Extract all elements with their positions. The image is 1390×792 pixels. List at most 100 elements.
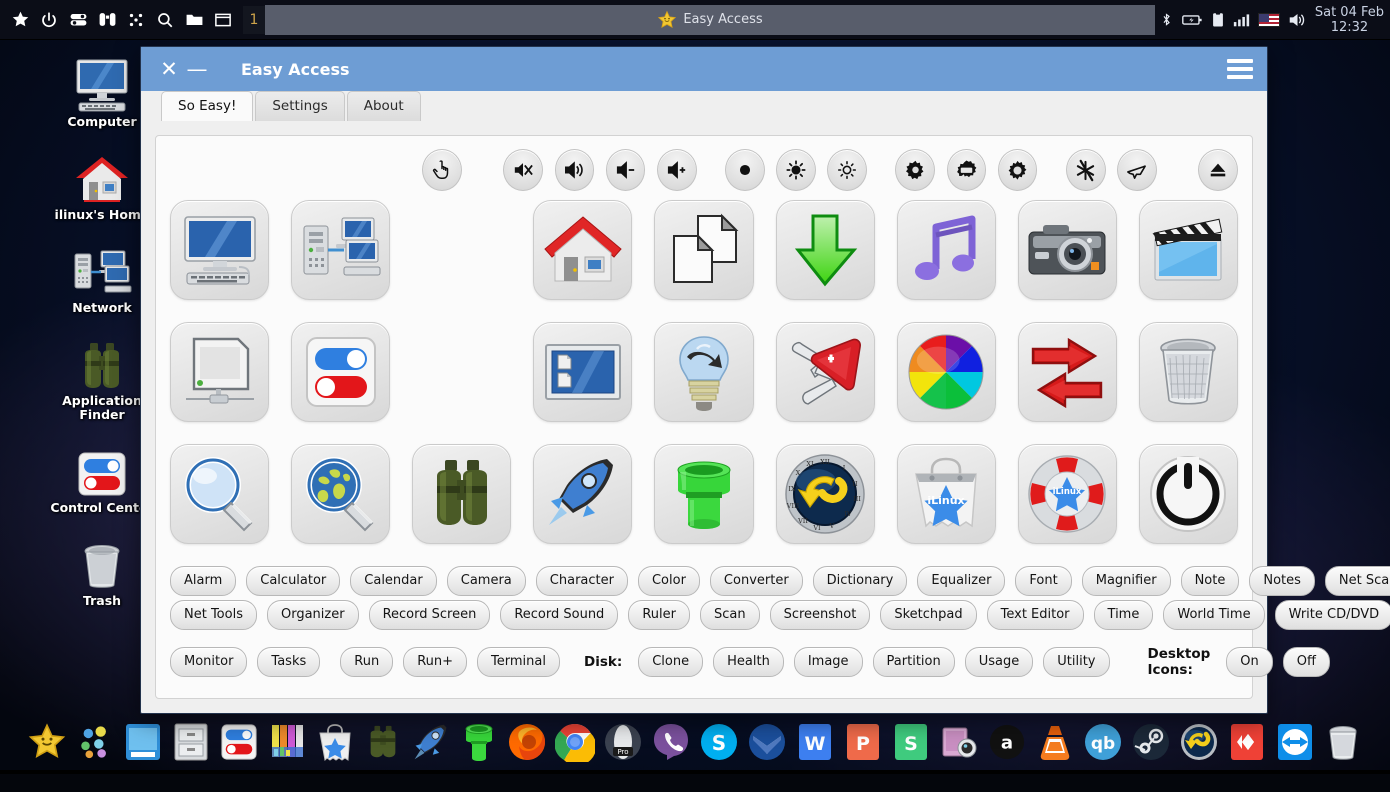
pill-terminal[interactable]: Terminal [477, 647, 560, 677]
undo-icon[interactable] [1177, 720, 1221, 764]
toggle-icon[interactable] [68, 10, 88, 30]
pill-notes[interactable]: Notes [1249, 566, 1315, 596]
grid-dots-icon[interactable] [126, 10, 146, 30]
binoculars-icon[interactable] [361, 720, 405, 764]
pictures-tile[interactable] [1017, 200, 1117, 300]
thunderbird-icon[interactable] [745, 720, 789, 764]
pill-calendar[interactable]: Calendar [350, 566, 437, 596]
chrome-icon[interactable] [553, 720, 597, 764]
taskbar-window-button[interactable]: Easy Access [265, 4, 1155, 35]
wps-writer-icon[interactable]: W [793, 720, 837, 764]
pill-disk-image[interactable]: Image [793, 647, 863, 677]
trash-icon[interactable] [1321, 720, 1365, 764]
bluetooth-icon[interactable] [1159, 11, 1174, 28]
signal-icon[interactable] [1233, 12, 1250, 27]
pill-scan[interactable]: Scan [699, 600, 760, 630]
pill-note[interactable]: Note [1180, 566, 1240, 596]
hamburger-icon[interactable] [1227, 59, 1253, 79]
pill-write-cd-dvd[interactable]: Write CD/DVD [1274, 600, 1390, 630]
store-bag-icon[interactable] [313, 720, 357, 764]
web-search-tile[interactable] [291, 444, 391, 544]
vlc-icon[interactable] [1033, 720, 1077, 764]
store-tile[interactable]: iLinux [896, 444, 996, 544]
control-center-tile[interactable] [291, 322, 391, 422]
transfer-tile[interactable] [1017, 322, 1117, 422]
pill-disk-usage[interactable]: Usage [964, 647, 1034, 677]
brightness-down-icon[interactable] [827, 149, 868, 191]
pill-screenshot[interactable]: Screenshot [769, 600, 871, 630]
pill-alarm[interactable]: Alarm [170, 566, 237, 596]
pill-camera[interactable]: Camera [446, 566, 526, 596]
rocket-icon[interactable] [409, 720, 453, 764]
night-mode-icon[interactable] [1065, 149, 1106, 191]
anydesk-icon[interactable] [1225, 720, 1269, 764]
window-titlebar[interactable]: ✕ — Easy Access [141, 47, 1267, 91]
pill-organizer[interactable]: Organizer [266, 600, 359, 630]
pill-desktop-icons-on[interactable]: On [1226, 647, 1273, 677]
minimize-icon[interactable]: — [183, 55, 211, 83]
cursor-click-icon[interactable] [422, 149, 462, 191]
wps-presentation-icon[interactable]: P [841, 720, 885, 764]
display-settings-icon[interactable] [946, 149, 987, 191]
amazon-icon[interactable]: a [985, 720, 1029, 764]
display-tile[interactable] [170, 322, 270, 422]
pill-dictionary[interactable]: Dictionary [812, 566, 908, 596]
pill-magnifier[interactable]: Magnifier [1081, 566, 1171, 596]
pill-calculator[interactable]: Calculator [246, 566, 341, 596]
pill-record-sound[interactable]: Record Sound [500, 600, 619, 630]
search-tile[interactable] [170, 444, 270, 544]
trash-tile[interactable] [1138, 322, 1239, 422]
preferences-icon[interactable] [997, 149, 1038, 191]
pill-monitor[interactable]: Monitor [170, 647, 248, 677]
downloads-tile[interactable] [775, 200, 875, 300]
file-cabinet-icon[interactable] [169, 720, 213, 764]
bubbles-icon[interactable] [73, 720, 117, 764]
battery-icon[interactable] [1181, 13, 1203, 27]
pill-ruler[interactable]: Ruler [628, 600, 690, 630]
pill-text-editor[interactable]: Text Editor [986, 600, 1084, 630]
pill-character[interactable]: Character [535, 566, 628, 596]
folder-icon[interactable] [184, 10, 204, 30]
viber-icon[interactable] [649, 720, 693, 764]
history-tile[interactable]: XII I II III IV V VI VII VIII IX X XI [775, 444, 875, 544]
workspace-number[interactable]: 1 [243, 5, 265, 34]
tab-about[interactable]: About [346, 91, 421, 121]
tab-so-easy[interactable]: So Easy! [161, 91, 254, 121]
search-icon[interactable] [155, 10, 175, 30]
documents-tile[interactable] [654, 200, 754, 300]
firefox-icon[interactable] [505, 720, 549, 764]
home-tile[interactable] [533, 200, 633, 300]
pill-tasks[interactable]: Tasks [257, 647, 321, 677]
pill-desktop-icons-off[interactable]: Off [1282, 647, 1330, 677]
close-icon[interactable]: ✕ [155, 55, 183, 83]
star-icon[interactable] [10, 10, 30, 30]
clipboard-icon[interactable] [1211, 11, 1225, 28]
tools-tile[interactable] [775, 322, 875, 422]
notes-app-icon[interactable] [121, 720, 165, 764]
volume-down-icon[interactable] [605, 149, 646, 191]
volume-up-icon[interactable] [656, 149, 697, 191]
window-icon[interactable] [213, 10, 233, 30]
pill-time[interactable]: Time [1093, 600, 1154, 630]
pill-run-plus[interactable]: Run+ [403, 647, 468, 677]
pill-converter[interactable]: Converter [709, 566, 803, 596]
pill-world-time[interactable]: World Time [1163, 600, 1265, 630]
brightness-up-icon[interactable] [776, 149, 816, 191]
color-palette-icon[interactable] [265, 720, 309, 764]
pill-net-tools[interactable]: Net Tools [170, 600, 257, 630]
green-pipe-icon[interactable] [457, 720, 501, 764]
teamviewer-icon[interactable] [1273, 720, 1317, 764]
pill-disk-partition[interactable]: Partition [872, 647, 955, 677]
screen-off-icon[interactable] [724, 149, 765, 191]
clock[interactable]: Sat 04 Feb 12:32 [1315, 5, 1390, 35]
pill-font[interactable]: Font [1015, 566, 1072, 596]
pill-sketchpad[interactable]: Sketchpad [880, 600, 977, 630]
music-tile[interactable] [896, 200, 996, 300]
pill-disk-health[interactable]: Health [713, 647, 784, 677]
star-icon[interactable] [25, 720, 69, 764]
airplane-mode-icon[interactable] [1116, 149, 1157, 191]
settings-gear-icon[interactable] [895, 149, 936, 191]
pill-disk-clone[interactable]: Clone [638, 647, 704, 677]
ideas-tile[interactable] [654, 322, 754, 422]
computer-tile[interactable] [170, 200, 270, 300]
